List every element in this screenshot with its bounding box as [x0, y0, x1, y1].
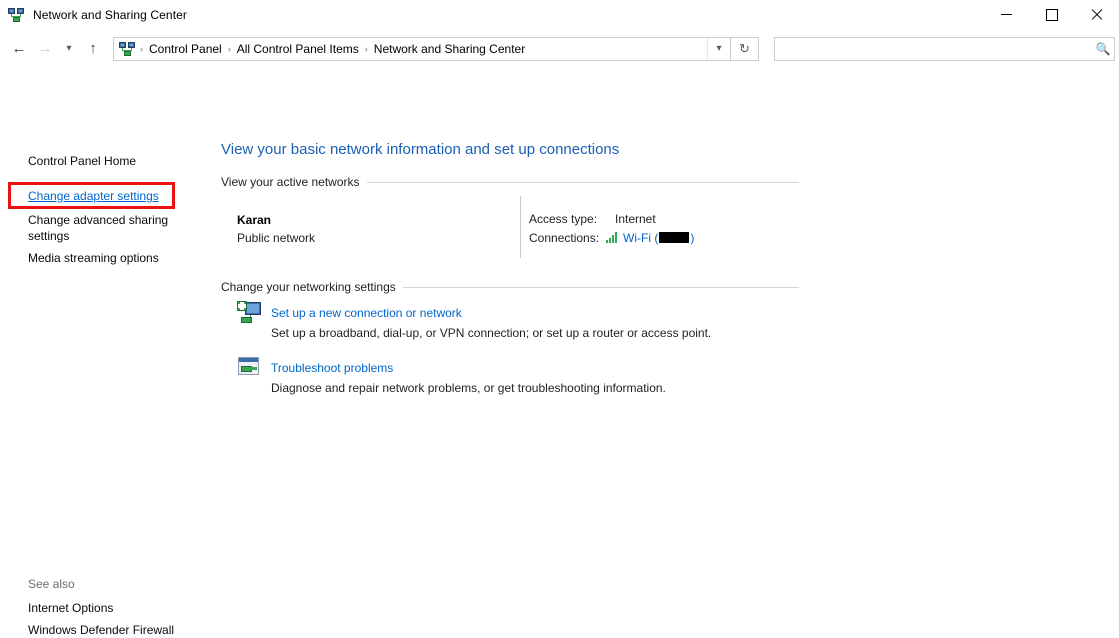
connection-entry: Wi-Fi ()	[606, 231, 694, 245]
see-also-label: See also	[28, 577, 75, 591]
network-sharing-icon	[8, 7, 24, 23]
maximize-icon	[1045, 8, 1058, 21]
connection-link[interactable]: Wi-Fi (	[623, 231, 658, 245]
breadcrumb-item-all-control-panel-items[interactable]: All Control Panel Items	[233, 40, 363, 58]
sidebar-item-internet-options[interactable]: Internet Options	[28, 600, 113, 616]
main-pane: View your basic network information and …	[209, 68, 1119, 580]
breadcrumb-separator-0: ›	[140, 43, 143, 54]
sidebar-item-change-adapter-settings[interactable]: Change adapter settings	[28, 188, 159, 204]
address-bar[interactable]: › Control Panel › All Control Panel Item…	[113, 36, 731, 61]
set-up-new-connection-description: Set up a broadband, dial-up, or VPN conn…	[271, 326, 712, 340]
wifi-signal-icon	[606, 232, 620, 243]
search-icon: 🔍	[1095, 41, 1111, 56]
minimize-button[interactable]	[984, 0, 1029, 29]
breadcrumb-separator-1: ›	[227, 43, 231, 54]
breadcrumb-item-network-and-sharing-center[interactable]: Network and Sharing Center	[370, 40, 529, 58]
connection-link-suffix[interactable]: )	[690, 231, 694, 245]
connections-label: Connections:	[529, 231, 600, 245]
sidebar-item-windows-defender-firewall[interactable]: Windows Defender Firewall	[28, 622, 174, 638]
navigation-bar: ← → ▾ ↑ › Control Panel › All Control Pa…	[0, 29, 1119, 68]
content-area: Control Panel Home Change adapter settin…	[0, 68, 1119, 637]
sidebar: Control Panel Home Change adapter settin…	[0, 68, 209, 637]
active-network-type: Public network	[237, 231, 316, 245]
active-network-divider	[520, 196, 521, 258]
troubleshoot-icon	[237, 356, 267, 384]
troubleshoot-problems-description: Diagnose and repair network problems, or…	[271, 381, 666, 395]
set-up-new-connection-link[interactable]: Set up a new connection or network	[271, 306, 462, 320]
window-title: Network and Sharing Center	[33, 7, 188, 22]
chevron-down-icon[interactable]: ▾	[707, 37, 730, 60]
access-type-label: Access type:	[529, 212, 598, 226]
refresh-icon: ↻	[739, 40, 750, 56]
networking-settings-section-title: Change your networking settings	[221, 280, 403, 294]
window-controls	[984, 0, 1119, 29]
active-network-name: Karan	[237, 213, 272, 227]
breadcrumb-item-control-panel[interactable]: Control Panel	[145, 40, 226, 58]
sidebar-item-control-panel-home[interactable]: Control Panel Home	[28, 153, 136, 169]
sidebar-item-change-advanced-sharing-settings[interactable]: Change advanced sharing settings	[28, 212, 178, 244]
back-button[interactable]: ←	[6, 36, 32, 62]
maximize-button[interactable]	[1029, 0, 1074, 29]
breadcrumb: › Control Panel › All Control Panel Item…	[138, 40, 707, 58]
search-box[interactable]: 🔍	[774, 36, 1115, 61]
active-networks-section-title: View your active networks	[221, 175, 367, 189]
up-button[interactable]: ↑	[80, 36, 106, 62]
page-title: View your basic network information and …	[221, 141, 620, 158]
address-bar-icon	[119, 41, 135, 57]
troubleshoot-problems-link[interactable]: Troubleshoot problems	[271, 361, 393, 375]
close-icon	[1090, 8, 1103, 21]
refresh-button[interactable]: ↻	[731, 36, 759, 61]
breadcrumb-separator-2: ›	[364, 43, 368, 54]
new-connection-icon	[237, 301, 267, 329]
minimize-icon	[1001, 14, 1012, 15]
redacted-ssid	[659, 232, 690, 243]
access-type-value: Internet	[615, 212, 656, 226]
recent-locations-button[interactable]: ▾	[58, 36, 80, 62]
forward-button[interactable]: →	[32, 36, 58, 62]
close-button[interactable]	[1074, 0, 1119, 29]
search-input[interactable]	[775, 40, 1092, 57]
title-bar: Network and Sharing Center	[0, 0, 1119, 29]
sidebar-item-media-streaming-options[interactable]: Media streaming options	[28, 250, 159, 266]
